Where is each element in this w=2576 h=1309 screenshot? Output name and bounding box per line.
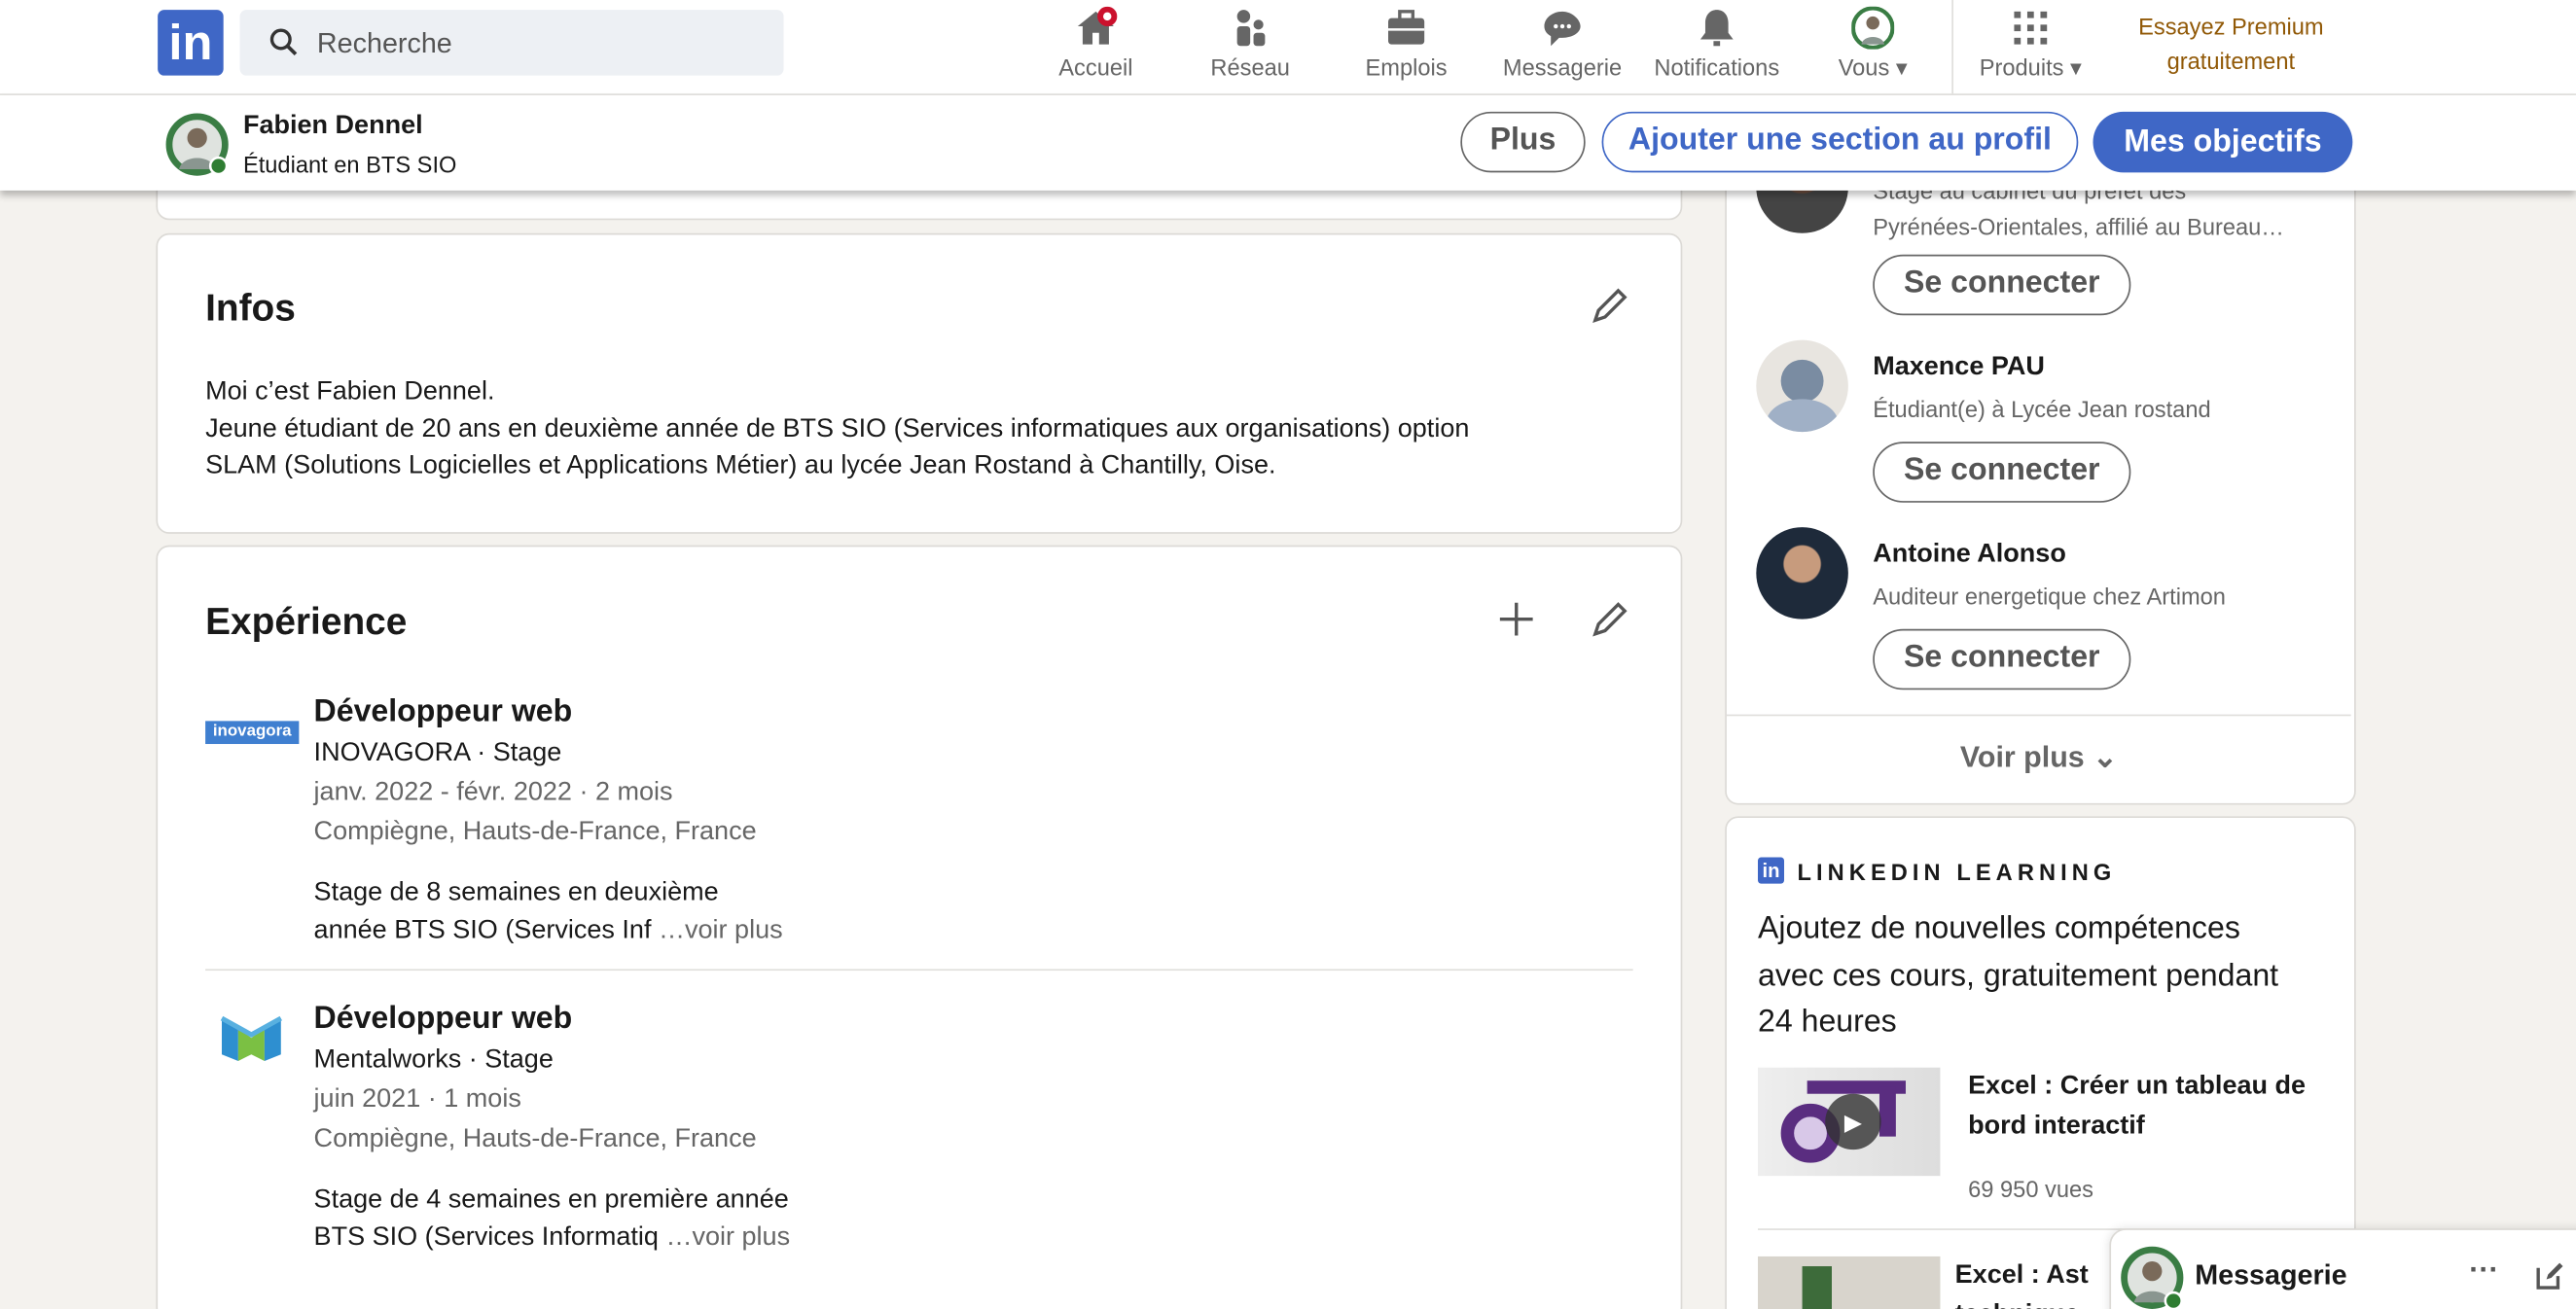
- divider: [1726, 714, 2351, 717]
- inovagora-logo: inovagora: [205, 721, 300, 745]
- infos-title: Infos: [205, 285, 296, 329]
- search-icon: [269, 28, 298, 56]
- play-icon: ▶: [1825, 1093, 1881, 1150]
- see-more-button[interactable]: Voir plus ⌄: [1727, 741, 2351, 775]
- nav-divider: [1951, 0, 1953, 94]
- course-title[interactable]: Excel : Asttechnique: [1955, 1256, 2089, 1309]
- learning-title: LINKEDIN LEARNING: [1797, 859, 2117, 886]
- connect-button[interactable]: Se connecter: [1873, 254, 2131, 316]
- person-name[interactable]: Maxence PAU: [1873, 353, 2045, 382]
- more-options-icon[interactable]: ···: [2469, 1254, 2498, 1288]
- person-headline: Auditeur energetique chez Artimon: [1873, 583, 2226, 610]
- profile-avatar: [165, 113, 229, 176]
- dates: juin 2021 · 1 mois: [313, 1085, 521, 1114]
- description: Stage de 4 semaines en première année: [313, 1185, 789, 1215]
- person-name[interactable]: Antoine Alonso: [1873, 541, 2066, 570]
- compose-icon[interactable]: [2535, 1261, 2564, 1291]
- nav-label: Messagerie: [1502, 53, 1623, 81]
- network-icon: [1236, 10, 1266, 47]
- learning-intro: Ajoutez de nouvelles compétences avec ces…: [1757, 911, 2279, 1040]
- briefcase-icon: [1388, 10, 1425, 45]
- nav-label: Vous ▾: [1838, 53, 1908, 81]
- nav-label: Réseau: [1210, 53, 1290, 81]
- nav-accueil[interactable]: Accueil: [1030, 0, 1162, 93]
- premium-link[interactable]: Essayez Premium gratuitement: [2120, 10, 2343, 79]
- messaging-bar[interactable]: Messagerie ···: [2109, 1228, 2576, 1309]
- add-section-button[interactable]: Ajouter une section au profil: [1601, 111, 2079, 173]
- course-views: 69 950 vues: [1968, 1176, 2094, 1203]
- nav-vous[interactable]: Vous ▾: [1807, 0, 1939, 93]
- course-thumbnail[interactable]: ▶: [1757, 1067, 1941, 1177]
- dates: janv. 2022 - févr. 2022 · 2 mois: [313, 778, 673, 807]
- top-nav: in Recherche Accueil Réseau Emplois Mess…: [0, 0, 2576, 95]
- grid-icon: [2014, 11, 2048, 45]
- job-title: Développeur web: [313, 694, 573, 729]
- nav-label: Emplois: [1365, 53, 1448, 81]
- course-thumbnail[interactable]: [1757, 1256, 1941, 1309]
- goals-button[interactable]: Mes objectifs: [2093, 111, 2353, 173]
- search-placeholder: Recherche: [316, 27, 452, 59]
- nav-emplois[interactable]: Emplois: [1341, 0, 1472, 93]
- infos-card: Infos Moi c’est Fabien Dennel. Jeune étud…: [156, 232, 1683, 534]
- profile-sticky-bar: Fabien Dennel Étudiant en BTS SIO Plus A…: [0, 94, 2576, 191]
- location: Compiègne, Hauts-de-France, France: [313, 818, 757, 846]
- profile-name: Fabien Dennel: [242, 111, 423, 140]
- experience-title: Expérience: [205, 599, 408, 643]
- description: année BTS SIO (Services Inf: [313, 915, 652, 944]
- edit-icon[interactable]: [1589, 598, 1631, 641]
- description: Stage de 8 semaines en deuxième: [313, 878, 719, 907]
- connect-button[interactable]: Se connecter: [1873, 628, 2131, 690]
- page: in Recherche Accueil Réseau Emplois Mess…: [0, 0, 2576, 1309]
- search-input[interactable]: Recherche: [239, 10, 784, 76]
- bell-icon: [1699, 10, 1734, 47]
- nav-label: Notifications: [1654, 53, 1780, 81]
- see-more-link[interactable]: …voir plus: [659, 915, 783, 943]
- experience-item: Développeur web Mentalworks · Stage juin…: [314, 999, 791, 1256]
- profile-headline: Étudiant en BTS SIO: [242, 151, 457, 178]
- home-icon: [1077, 6, 1118, 45]
- person-avatar[interactable]: [1756, 339, 1848, 433]
- nav-reseau[interactable]: Réseau: [1185, 0, 1316, 93]
- company: Mentalworks · Stage: [313, 1045, 554, 1075]
- nav-messagerie[interactable]: Messagerie: [1496, 0, 1628, 93]
- mentalworks-logo: [220, 1015, 283, 1061]
- nav-label: Accueil: [1058, 53, 1133, 81]
- linkedin-logo[interactable]: in: [158, 10, 224, 76]
- more-button[interactable]: Plus: [1460, 111, 1586, 173]
- add-icon[interactable]: [1495, 598, 1538, 641]
- messaging-avatar: [2121, 1246, 2184, 1309]
- experience-card: Expérience inovagora Développeur web INO…: [156, 545, 1683, 1309]
- divider: [205, 969, 1633, 972]
- company: INOVAGORA · Stage: [313, 738, 562, 767]
- chevron-down-icon: ⌄: [2093, 740, 2118, 774]
- linkedin-badge-icon: in: [1757, 857, 1785, 884]
- edit-icon[interactable]: [1589, 284, 1631, 327]
- nav-label: Produits ▾: [1979, 53, 2082, 81]
- infos-text: Moi c’est Fabien Dennel. Jeune étudiant d…: [205, 377, 1470, 480]
- experience-item: Développeur web INOVAGORA · Stage janv. …: [314, 691, 783, 949]
- job-title: Développeur web: [313, 1002, 573, 1037]
- person-headline: Étudiant(e) à Lycée Jean rostand: [1873, 395, 2211, 423]
- chat-icon: [1544, 11, 1581, 47]
- messaging-label: Messagerie: [2195, 1259, 2347, 1291]
- course-title[interactable]: Excel : Créer un tableau de bord interact…: [1968, 1068, 2306, 1147]
- connect-button[interactable]: Se connecter: [1873, 442, 2131, 503]
- description: BTS SIO (Services Informatiq: [313, 1222, 659, 1252]
- see-more-link[interactable]: …voir plus: [665, 1222, 790, 1251]
- avatar: [1851, 6, 1895, 50]
- person-avatar[interactable]: [1756, 527, 1848, 619]
- location: Compiègne, Hauts-de-France, France: [313, 1124, 757, 1153]
- nav-produits[interactable]: Produits ▾: [1965, 0, 2096, 93]
- nav-notifications[interactable]: Notifications: [1651, 0, 1782, 93]
